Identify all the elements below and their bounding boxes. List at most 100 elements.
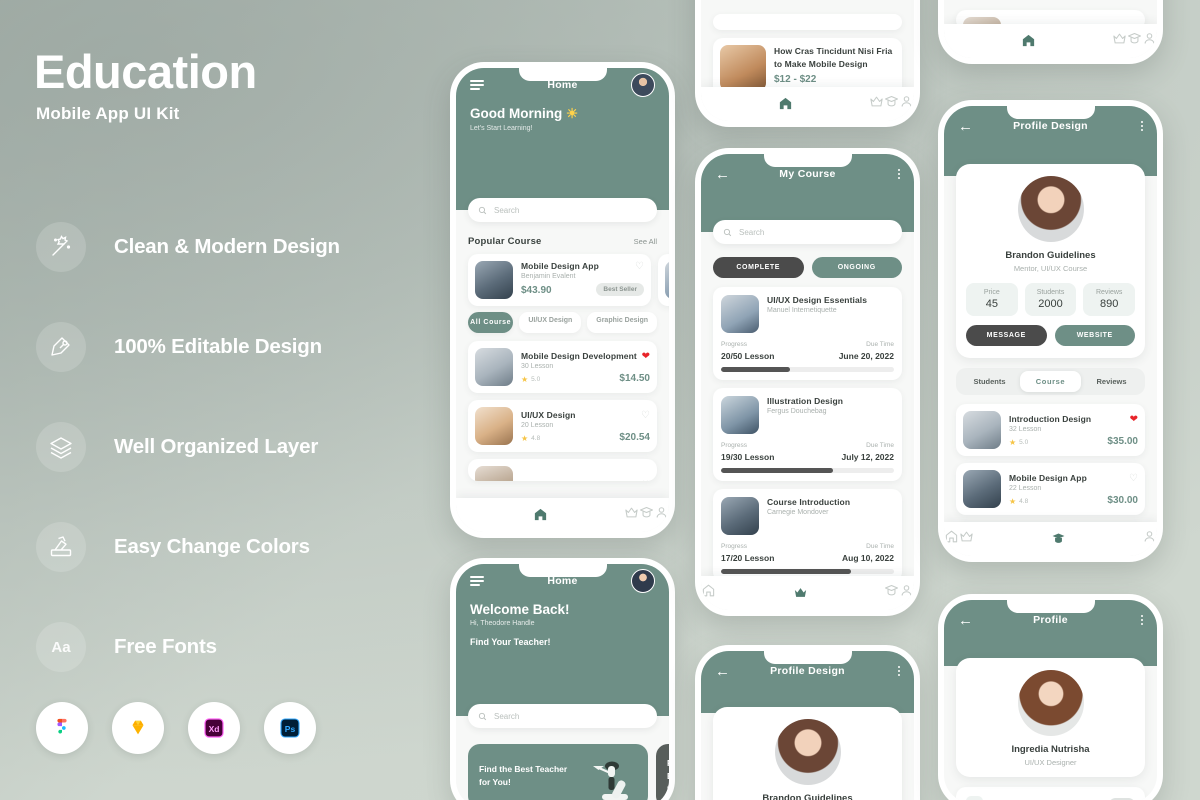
tab-person[interactable] bbox=[899, 583, 914, 603]
course-author: Carnegie Mondover bbox=[767, 509, 829, 516]
course-list-item[interactable]: Mobile Design App 22 Lesson ♡ ★ 4.8 $30.0… bbox=[956, 463, 1145, 515]
course-lessons: 20 Lesson bbox=[521, 421, 554, 429]
course-title: How to Make Mobile Design bbox=[521, 480, 641, 482]
more-options-icon[interactable] bbox=[1141, 119, 1143, 133]
tab-reviews[interactable]: Reviews bbox=[1081, 371, 1142, 392]
tab-crown[interactable] bbox=[959, 529, 974, 549]
find-teacher-question: Find Your Teacher! bbox=[470, 637, 551, 647]
greeting-subtitle: Hi, Theodore Handle bbox=[470, 620, 535, 627]
tab-course[interactable]: Course bbox=[1020, 371, 1081, 392]
course-card-partial[interactable] bbox=[713, 14, 902, 30]
tab-home[interactable] bbox=[456, 500, 624, 531]
course-price: $20.54 bbox=[619, 431, 650, 443]
svg-text:Ps: Ps bbox=[285, 724, 296, 734]
tab-person[interactable] bbox=[654, 505, 669, 525]
see-all-link[interactable]: See All bbox=[634, 237, 657, 246]
avatar[interactable] bbox=[631, 569, 655, 593]
favorite-icon[interactable]: ❤ bbox=[642, 351, 650, 370]
tab-home[interactable] bbox=[944, 26, 1112, 57]
search-placeholder: Search bbox=[494, 205, 520, 215]
search-input[interactable]: Search bbox=[468, 704, 657, 728]
progress-value: 20/50 Lesson bbox=[721, 351, 775, 361]
course-thumbnail bbox=[721, 497, 759, 535]
phone-notch bbox=[518, 68, 607, 81]
progress-bar bbox=[721, 569, 894, 574]
course-thumbnail bbox=[721, 396, 759, 434]
avatar[interactable] bbox=[631, 73, 655, 97]
favorite-icon[interactable]: ❤ bbox=[1130, 414, 1138, 433]
tab-crown[interactable] bbox=[869, 94, 884, 114]
bottom-tab-bar[interactable] bbox=[701, 87, 914, 121]
website-button[interactable]: WEBSITE bbox=[1054, 325, 1135, 346]
profile-tab-group[interactable]: Students Course Reviews bbox=[956, 368, 1145, 395]
search-placeholder: Search bbox=[739, 227, 765, 237]
home-header: Home Good Morning ☀ Let's Start Learning… bbox=[456, 68, 669, 210]
profile-role: Mentor, UI/UX Course bbox=[1013, 264, 1088, 273]
segment-complete[interactable]: COMPLETE bbox=[713, 257, 804, 278]
more-options-icon[interactable] bbox=[1141, 613, 1143, 627]
tab-graduation-cap[interactable] bbox=[884, 94, 899, 114]
chip-graphic-design[interactable]: Graphic Design bbox=[587, 312, 657, 333]
popular-course-header: Popular Course See All bbox=[468, 236, 657, 247]
category-chips[interactable]: All Course UI/UX Design Graphic Design bbox=[468, 312, 657, 333]
bottom-tab-bar[interactable] bbox=[944, 522, 1157, 556]
more-options-icon[interactable] bbox=[898, 167, 900, 181]
promo-card-course[interactable]: Find the Best Course bbox=[656, 744, 669, 800]
favorite-icon[interactable]: ♡ bbox=[641, 480, 650, 482]
message-button[interactable]: MESSAGE bbox=[966, 325, 1047, 346]
tab-graduation-cap[interactable] bbox=[1127, 31, 1142, 51]
back-icon[interactable]: ← bbox=[958, 119, 973, 134]
progress-value: 17/20 Lesson bbox=[721, 553, 775, 563]
favorite-icon[interactable]: ♡ bbox=[641, 410, 650, 429]
profile-card: Ingredia Nutrisha UI/UX Designer bbox=[956, 658, 1145, 777]
dark-mode-row[interactable]: ☾ Dark Mode bbox=[956, 787, 1145, 800]
due-label: Due Time bbox=[866, 543, 894, 550]
moon-icon: ☾ bbox=[966, 796, 983, 800]
search-input[interactable]: Search bbox=[713, 220, 902, 244]
tab-person[interactable] bbox=[1142, 529, 1157, 549]
popular-course-carousel[interactable]: Mobile Design App Benjamin Evalent ♡ $43… bbox=[468, 254, 669, 306]
course-list-item[interactable]: Introduction Design 32 Lesson ❤ ★ 5.0 $35… bbox=[956, 404, 1145, 456]
promo-card-teacher[interactable]: Find the Best Teacher for You! bbox=[468, 744, 648, 800]
chip-uiux-design[interactable]: UI/UX Design bbox=[519, 312, 582, 333]
favorite-icon[interactable]: ♡ bbox=[1129, 473, 1138, 492]
chip-all-course[interactable]: All Course bbox=[468, 312, 514, 333]
color-swatch-icon bbox=[36, 522, 86, 572]
bottom-tab-bar[interactable] bbox=[944, 24, 1157, 58]
favorite-icon[interactable]: ♡ bbox=[635, 261, 644, 272]
tab-crown[interactable] bbox=[716, 578, 884, 609]
tab-graduation-cap[interactable] bbox=[974, 524, 1142, 555]
tab-students[interactable]: Students bbox=[959, 371, 1020, 392]
bottom-tab-bar[interactable] bbox=[701, 576, 914, 610]
promo-carousel[interactable]: Find the Best Teacher for You! Find the … bbox=[456, 728, 669, 800]
more-options-icon[interactable] bbox=[898, 664, 900, 678]
back-icon[interactable]: ← bbox=[958, 613, 973, 628]
tab-graduation-cap[interactable] bbox=[884, 583, 899, 603]
segment-control[interactable]: COMPLETE ONGOING bbox=[713, 257, 902, 278]
tab-crown[interactable] bbox=[1112, 31, 1127, 51]
course-rating: 4.8 bbox=[531, 434, 541, 442]
course-rating: 5.0 bbox=[1019, 438, 1029, 446]
tab-graduation-cap[interactable] bbox=[639, 505, 654, 525]
segment-ongoing[interactable]: ONGOING bbox=[811, 257, 902, 278]
tab-home[interactable] bbox=[701, 89, 869, 120]
search-input[interactable]: Search bbox=[468, 198, 657, 222]
profile-actions[interactable]: MESSAGE WEBSITE bbox=[966, 325, 1135, 346]
tab-crown[interactable] bbox=[624, 505, 639, 525]
tab-home[interactable] bbox=[944, 529, 959, 549]
back-icon[interactable]: ← bbox=[715, 167, 730, 182]
tab-person[interactable] bbox=[899, 94, 914, 114]
course-list-item[interactable]: UI/UX Design 20 Lesson ♡ ★ 4.8 $20.54 bbox=[468, 400, 657, 452]
stat-value: 45 bbox=[985, 298, 998, 310]
back-icon[interactable]: ← bbox=[715, 664, 730, 679]
tab-person[interactable] bbox=[1142, 31, 1157, 51]
course-list-item[interactable]: How to Make Mobile Design ♡ bbox=[468, 459, 657, 481]
course-list-item[interactable]: Mobile Design Development 30 Lesson ❤ ★ 5… bbox=[468, 341, 657, 393]
progress-card[interactable]: Course Introduction Carnegie Mondover Pr… bbox=[713, 489, 902, 582]
course-card-partial[interactable] bbox=[658, 254, 669, 306]
progress-card[interactable]: Illustration Design Fergus Douchebag Pro… bbox=[713, 388, 902, 481]
course-card[interactable]: Mobile Design App Benjamin Evalent ♡ $43… bbox=[468, 254, 651, 306]
progress-card[interactable]: UI/UX Design Essentials Manuel Interneti… bbox=[713, 287, 902, 380]
bottom-tab-bar[interactable] bbox=[456, 498, 669, 532]
tab-home[interactable] bbox=[701, 583, 716, 603]
